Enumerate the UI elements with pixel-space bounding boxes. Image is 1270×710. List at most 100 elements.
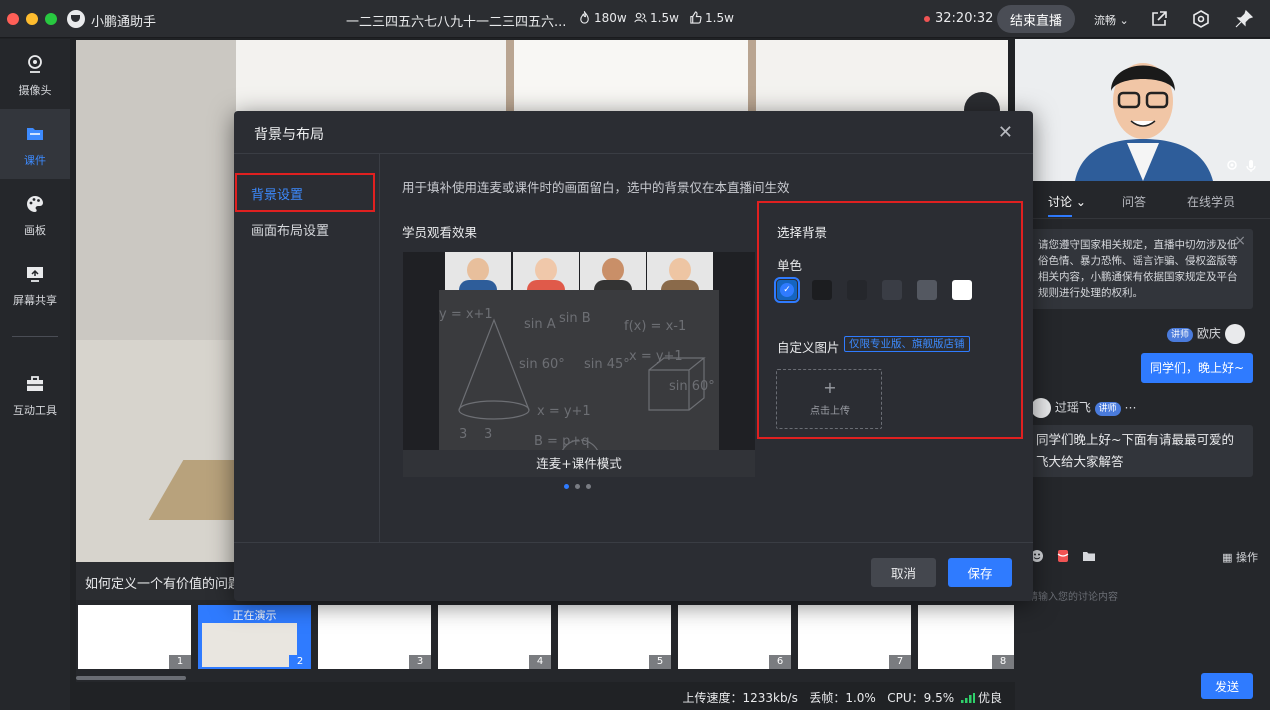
tab-online-students[interactable]: 在线学员 bbox=[1187, 193, 1235, 210]
active-tab-indicator bbox=[1048, 215, 1072, 217]
share-icon[interactable] bbox=[1149, 9, 1169, 29]
close-icon[interactable]: ✕ bbox=[998, 122, 1013, 143]
dialog-description: 用于填补使用连麦或课件时的画面留白，选中的背景仅在本直播间生效 bbox=[402, 180, 790, 195]
compliance-notice: 请您遵守国家相关规定，直播中切勿涉及低俗色情、暴力恐怖、谣言诈骗、侵权盗版等相关… bbox=[1028, 229, 1253, 309]
sidebar-item-courseware[interactable]: 课件 bbox=[0, 109, 70, 179]
slide-number: 3 bbox=[409, 655, 431, 669]
window-maximize-button[interactable] bbox=[45, 13, 57, 25]
highlight-box bbox=[235, 173, 375, 212]
color-swatch-charcoal[interactable] bbox=[847, 280, 867, 300]
toolbox-icon bbox=[27, 376, 43, 391]
lecturer-badge: 讲师 bbox=[1167, 327, 1194, 342]
sidebar-item-label: 课件 bbox=[24, 154, 46, 167]
operations-menu[interactable]: ▦ 操作 bbox=[1222, 549, 1258, 565]
message-author: 讲师 欧庆 bbox=[1167, 324, 1245, 344]
save-button[interactable]: 保存 bbox=[948, 558, 1012, 587]
slide-thumbnail[interactable]: 6 bbox=[678, 605, 791, 669]
sidebar-item-screen-share[interactable]: 屏幕共享 bbox=[0, 249, 70, 319]
slide-number: 5 bbox=[649, 655, 671, 669]
slide-thumbnail[interactable]: 1 bbox=[78, 605, 191, 669]
window-close-button[interactable] bbox=[7, 13, 19, 25]
tab-qa[interactable]: 问答 bbox=[1122, 193, 1146, 210]
sidebar-item-camera[interactable]: 摄像头 bbox=[0, 39, 70, 109]
tab-discussion[interactable]: 讨论 ⌄ bbox=[1048, 193, 1086, 210]
slide-thumbnail[interactable]: 5 bbox=[558, 605, 671, 669]
cancel-button[interactable]: 取消 bbox=[871, 558, 936, 587]
chat-message-bubble: 同学们晚上好~下面有请最最可爱的飞大给大家解答 bbox=[1028, 425, 1253, 477]
fire-icon bbox=[580, 11, 589, 24]
tab-label: 讨论 bbox=[1048, 195, 1073, 209]
pin-icon[interactable] bbox=[1234, 9, 1254, 29]
avatar bbox=[1031, 398, 1051, 418]
upload-image-button[interactable]: + 点击上传 bbox=[776, 369, 882, 429]
settings-icon[interactable] bbox=[1191, 9, 1211, 29]
microphone-icon[interactable] bbox=[1245, 159, 1257, 173]
svg-text:sin 60°: sin 60° bbox=[519, 357, 565, 372]
author-name: 欧庆 bbox=[1196, 326, 1221, 341]
slide-thumbnail[interactable]: 7 bbox=[798, 605, 911, 669]
slide-thumbnail[interactable]: 3 bbox=[318, 605, 431, 669]
lecturer-badge: 讲师 bbox=[1094, 401, 1121, 416]
teacher-video bbox=[1015, 39, 1270, 181]
signal-icon bbox=[960, 693, 975, 703]
red-packet-icon[interactable] bbox=[1056, 549, 1070, 563]
notice-text: 请您遵守国家相关规定，直播中切勿涉及低俗色情、暴力恐怖、谣言诈骗、侵权盗版等相关… bbox=[1038, 239, 1238, 299]
close-icon[interactable]: × bbox=[1234, 233, 1246, 249]
preview-camera bbox=[647, 252, 713, 290]
thumbnail-scrollbar[interactable] bbox=[76, 676, 186, 680]
sidebar-item-whiteboard[interactable]: 画板 bbox=[0, 179, 70, 249]
preview-image: y = x+1 sin A sin B f(x) = x-1 x = y+1 s… bbox=[403, 252, 755, 477]
views-count: 180w bbox=[594, 11, 627, 25]
slide-number: 6 bbox=[769, 655, 791, 669]
svg-text:sin B: sin B bbox=[559, 311, 591, 326]
color-swatch-white[interactable] bbox=[952, 280, 972, 300]
sidebar-divider bbox=[12, 336, 58, 337]
send-button[interactable]: 发送 bbox=[1201, 673, 1253, 699]
end-live-button[interactable]: 结束直播 bbox=[997, 5, 1075, 33]
nav-layout-settings[interactable]: 画面布局设置 bbox=[234, 210, 380, 246]
presenting-label: 正在演示 bbox=[232, 609, 277, 622]
frame-loss: 丢帧：1.0% bbox=[809, 691, 876, 705]
window-minimize-button[interactable] bbox=[26, 13, 38, 25]
pager-dot[interactable] bbox=[564, 484, 569, 489]
upload-speed: 上传速度：1233kb/s bbox=[682, 691, 798, 705]
more-icon[interactable]: ⋯ bbox=[1125, 401, 1137, 415]
slide-number: 1 bbox=[169, 655, 191, 669]
custom-image-label: 自定义图片 bbox=[777, 340, 840, 355]
slide-thumbnail[interactable]: 4 bbox=[438, 605, 551, 669]
color-swatch-dark-gray[interactable] bbox=[882, 280, 902, 300]
color-swatch-black[interactable] bbox=[812, 280, 832, 300]
grid-icon: ▦ bbox=[1222, 551, 1233, 564]
pager-dot[interactable] bbox=[586, 484, 591, 489]
camera-status-icon[interactable] bbox=[1225, 159, 1239, 173]
preview-camera bbox=[513, 252, 579, 290]
chat-input[interactable] bbox=[1028, 587, 1253, 607]
folder-icon[interactable] bbox=[1082, 549, 1096, 563]
quality-selector[interactable]: 流畅 ⌄ bbox=[1094, 12, 1129, 28]
course-title: 如何定义一个有价值的问题 bbox=[85, 577, 242, 592]
pager-dot[interactable] bbox=[575, 484, 580, 489]
slide-thumbnail[interactable]: 8 bbox=[918, 605, 1014, 669]
camera-icon bbox=[28, 55, 42, 73]
svg-text:sin 45°: sin 45° bbox=[584, 357, 630, 372]
slide-number: 7 bbox=[889, 655, 911, 669]
app-logo-icon bbox=[67, 10, 85, 28]
svg-text:3: 3 bbox=[484, 427, 492, 442]
sidebar-item-label: 互动工具 bbox=[13, 404, 57, 417]
color-swatch-gray[interactable] bbox=[917, 280, 937, 300]
users-icon bbox=[634, 12, 647, 23]
solid-color-label: 单色 bbox=[777, 258, 803, 273]
slide-number: 8 bbox=[992, 655, 1014, 669]
avatar bbox=[1224, 324, 1245, 344]
sidebar-item-label: 摄像头 bbox=[18, 84, 52, 97]
sidebar-item-interactive-tools[interactable]: 互动工具 bbox=[0, 359, 70, 429]
slide-thumbnail-current[interactable]: 正在演示 2 bbox=[198, 605, 311, 669]
slide-number: 4 bbox=[529, 655, 551, 669]
app-name: 小鹏通助手 bbox=[91, 15, 157, 30]
color-swatch-blue[interactable]: ✓ bbox=[774, 277, 800, 303]
preview-camera bbox=[580, 252, 646, 290]
svg-text:f(x) = x-1: f(x) = x-1 bbox=[624, 319, 686, 334]
operations-label: 操作 bbox=[1236, 551, 1258, 564]
viewers-stat: 1.5w bbox=[634, 11, 679, 25]
check-icon: ✓ bbox=[780, 283, 794, 297]
